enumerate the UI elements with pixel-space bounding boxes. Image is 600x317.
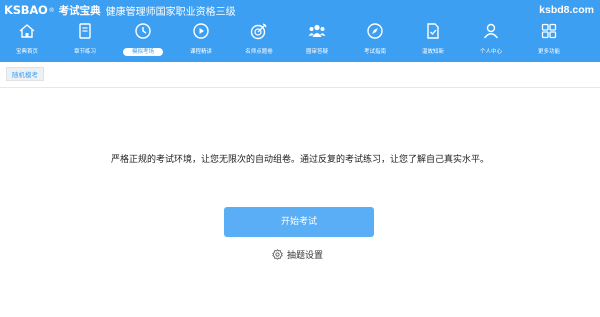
start-exam-button[interactable]: 开始考试	[224, 207, 374, 237]
breadcrumb-random-exam[interactable]: 随机模考	[6, 67, 44, 81]
nav-label: 温故知新	[421, 49, 444, 55]
brand-logo: KSBAO	[4, 3, 48, 17]
nav-item-profile[interactable]: 个人中心	[468, 18, 514, 60]
nav-item-chapter[interactable]: 章节练习	[62, 18, 108, 60]
compass-icon	[367, 23, 383, 39]
nav-item-guide[interactable]: 考试指南	[352, 18, 398, 60]
settings-label: 抽题设置	[287, 250, 324, 261]
nav-item-more[interactable]: 更多功能	[526, 18, 572, 60]
book-icon	[79, 23, 91, 39]
breadcrumb-bar: 随机模考	[0, 62, 600, 88]
brand-name: 考试宝典	[58, 4, 101, 17]
nav-label: 考试指南	[363, 49, 386, 55]
user-icon	[483, 23, 499, 39]
gear-icon	[272, 248, 283, 260]
top-header: KSBAO ® 考试宝典 健康管理师国家职业资格三级 ksbd8.com 宝典首…	[0, 0, 600, 62]
clock-icon	[135, 23, 151, 39]
nav-item-review[interactable]: 温故知新	[410, 18, 456, 60]
nav-label: 章节练习	[73, 49, 96, 55]
nav-label: 名师点题卷	[245, 49, 273, 55]
nav-label: 圈审答疑	[305, 49, 328, 55]
grid-icon	[541, 23, 557, 39]
exam-title: 健康管理师国家职业资格三级	[105, 6, 236, 18]
site-url[interactable]: ksbd8.com	[539, 2, 594, 18]
main-nav: 宝典首页 章节练习 模拟考场 课程精讲 名师点题卷 圈审答疑 考试指南 温故知新…	[0, 18, 600, 60]
registered-mark: ®	[48, 6, 55, 14]
nav-label: 更多功能	[537, 49, 560, 55]
exam-description: 严格正规的考试环境，让您无限次的自动组卷。通过反复的考试练习，让您了解自己真实水…	[110, 155, 489, 165]
target-icon	[250, 23, 267, 40]
note-icon	[427, 23, 439, 39]
nav-label: 个人中心	[479, 49, 502, 55]
nav-label: 模拟考场	[123, 48, 163, 56]
nav-label: 课程精讲	[189, 49, 212, 55]
nav-item-teacher-paper[interactable]: 名师点题卷	[236, 18, 282, 60]
group-icon	[308, 24, 326, 37]
nav-item-course[interactable]: 课程精讲	[178, 18, 224, 60]
video-icon	[193, 23, 209, 39]
brand[interactable]: KSBAO ® 考试宝典 健康管理师国家职业资格三级	[4, 2, 236, 18]
home-icon	[19, 24, 35, 38]
nav-item-mock-exam[interactable]: 模拟考场	[120, 18, 166, 60]
nav-item-home[interactable]: 宝典首页	[4, 18, 50, 60]
question-settings-link[interactable]: 抽题设置	[272, 246, 323, 262]
nav-label: 宝典首页	[15, 49, 38, 55]
nav-item-qa[interactable]: 圈审答疑	[294, 18, 340, 60]
